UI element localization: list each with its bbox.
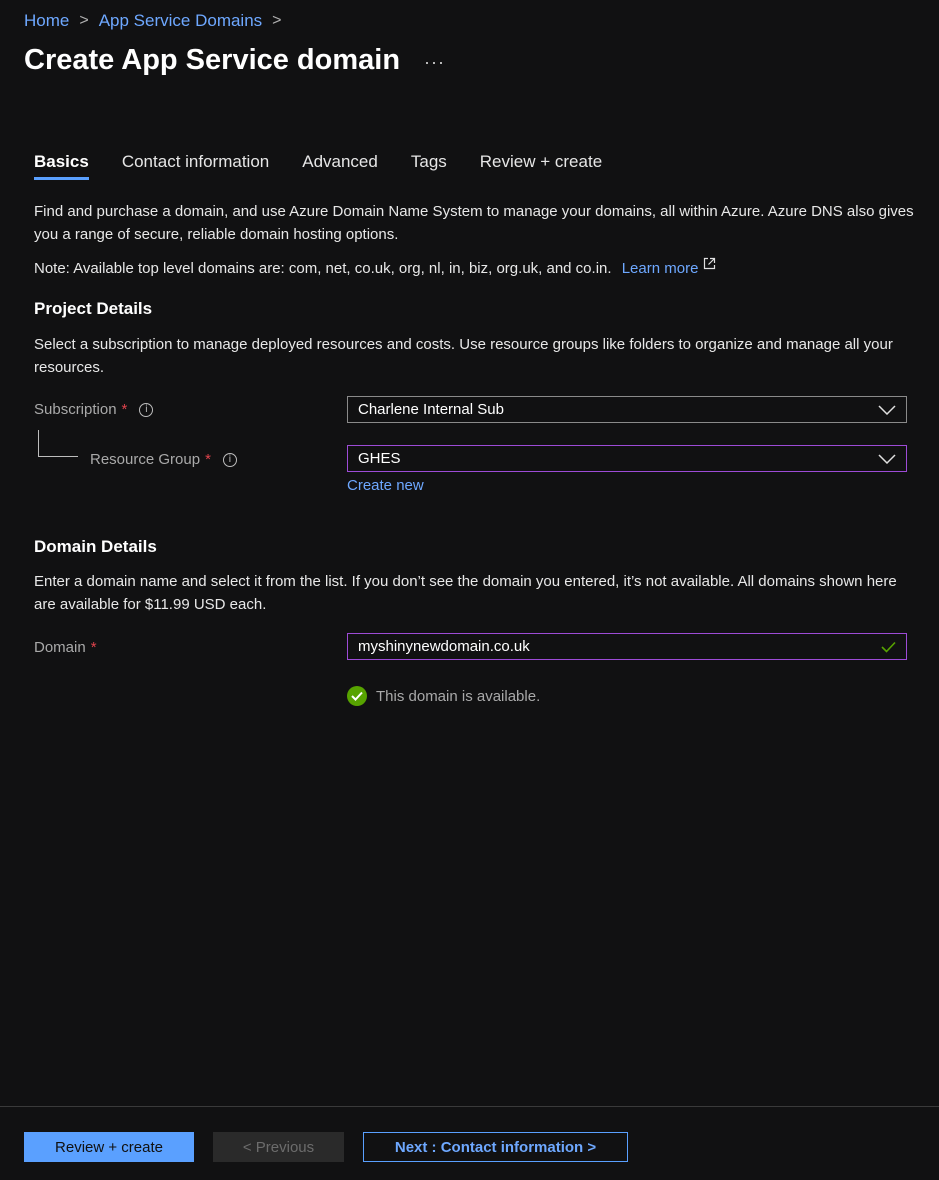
resource-group-label: Resource Group * i <box>90 451 237 468</box>
subscription-dropdown[interactable]: Charlene Internal Sub <box>347 396 907 423</box>
external-link-icon <box>703 257 715 270</box>
chevron-down-icon <box>878 453 896 464</box>
next-contact-information-button[interactable]: Next : Contact information > <box>363 1132 628 1162</box>
page-title: Create App Service domain <box>24 44 401 76</box>
breadcrumb-separator: > <box>79 12 89 29</box>
tab-tags[interactable]: Tags <box>411 152 447 180</box>
breadcrumb-separator: > <box>272 12 282 29</box>
info-icon[interactable]: i <box>139 402 154 417</box>
tree-connector <box>38 456 78 457</box>
learn-more-link[interactable]: Learn more <box>621 257 716 277</box>
learn-more-label: Learn more <box>621 260 699 277</box>
domain-details-description: Enter a domain name and select it from t… <box>34 573 897 613</box>
breadcrumb-app-service-domains-link[interactable]: App Service Domains <box>99 11 262 31</box>
footer-divider <box>0 1106 939 1107</box>
domain-label: Domain * <box>34 639 97 656</box>
resource-group-label-text: Resource Group <box>90 451 201 468</box>
domain-details-heading: Domain Details <box>34 537 157 556</box>
resource-group-dropdown[interactable]: GHES <box>347 445 907 472</box>
info-icon[interactable]: i <box>222 452 237 467</box>
tld-note: Note: Available top level domains are: c… <box>34 257 914 280</box>
chevron-down-icon <box>878 404 896 415</box>
breadcrumb: Home > App Service Domains > <box>24 11 292 31</box>
success-check-icon <box>347 686 367 706</box>
checkmark-icon <box>881 641 896 653</box>
subscription-value: Charlene Internal Sub <box>358 401 504 418</box>
create-new-resource-group-link[interactable]: Create new <box>347 477 424 494</box>
project-details-description: Select a subscription to manage deployed… <box>34 336 893 376</box>
tree-connector <box>38 430 39 457</box>
project-details-heading: Project Details <box>34 299 153 318</box>
subscription-label: Subscription * i <box>34 401 154 418</box>
tab-advanced[interactable]: Advanced <box>302 152 378 180</box>
required-marker: * <box>90 639 97 656</box>
intro-description: Find and purchase a domain, and use Azur… <box>34 203 914 243</box>
subscription-label-text: Subscription <box>34 401 117 418</box>
review-create-button[interactable]: Review + create <box>24 1132 194 1162</box>
wizard-tabs: Basics Contact information Advanced Tags… <box>34 152 635 180</box>
breadcrumb-home-link[interactable]: Home <box>24 11 69 31</box>
domain-availability-text: This domain is available. <box>376 687 541 705</box>
tab-contact-information[interactable]: Contact information <box>122 152 269 180</box>
resource-group-value: GHES <box>358 450 401 467</box>
tab-review-create[interactable]: Review + create <box>480 152 602 180</box>
previous-button[interactable]: < Previous <box>213 1132 344 1162</box>
domain-input[interactable]: myshinynewdomain.co.uk <box>347 633 907 660</box>
tab-basics[interactable]: Basics <box>34 152 89 180</box>
domain-availability-status: This domain is available. <box>347 686 540 706</box>
required-marker: * <box>121 401 128 418</box>
more-options-icon[interactable]: ··· <box>424 52 445 73</box>
required-marker: * <box>205 451 211 468</box>
domain-label-text: Domain <box>34 639 86 656</box>
domain-input-value: myshinynewdomain.co.uk <box>358 638 530 655</box>
tld-note-text: Note: Available top level domains are: c… <box>34 260 612 277</box>
